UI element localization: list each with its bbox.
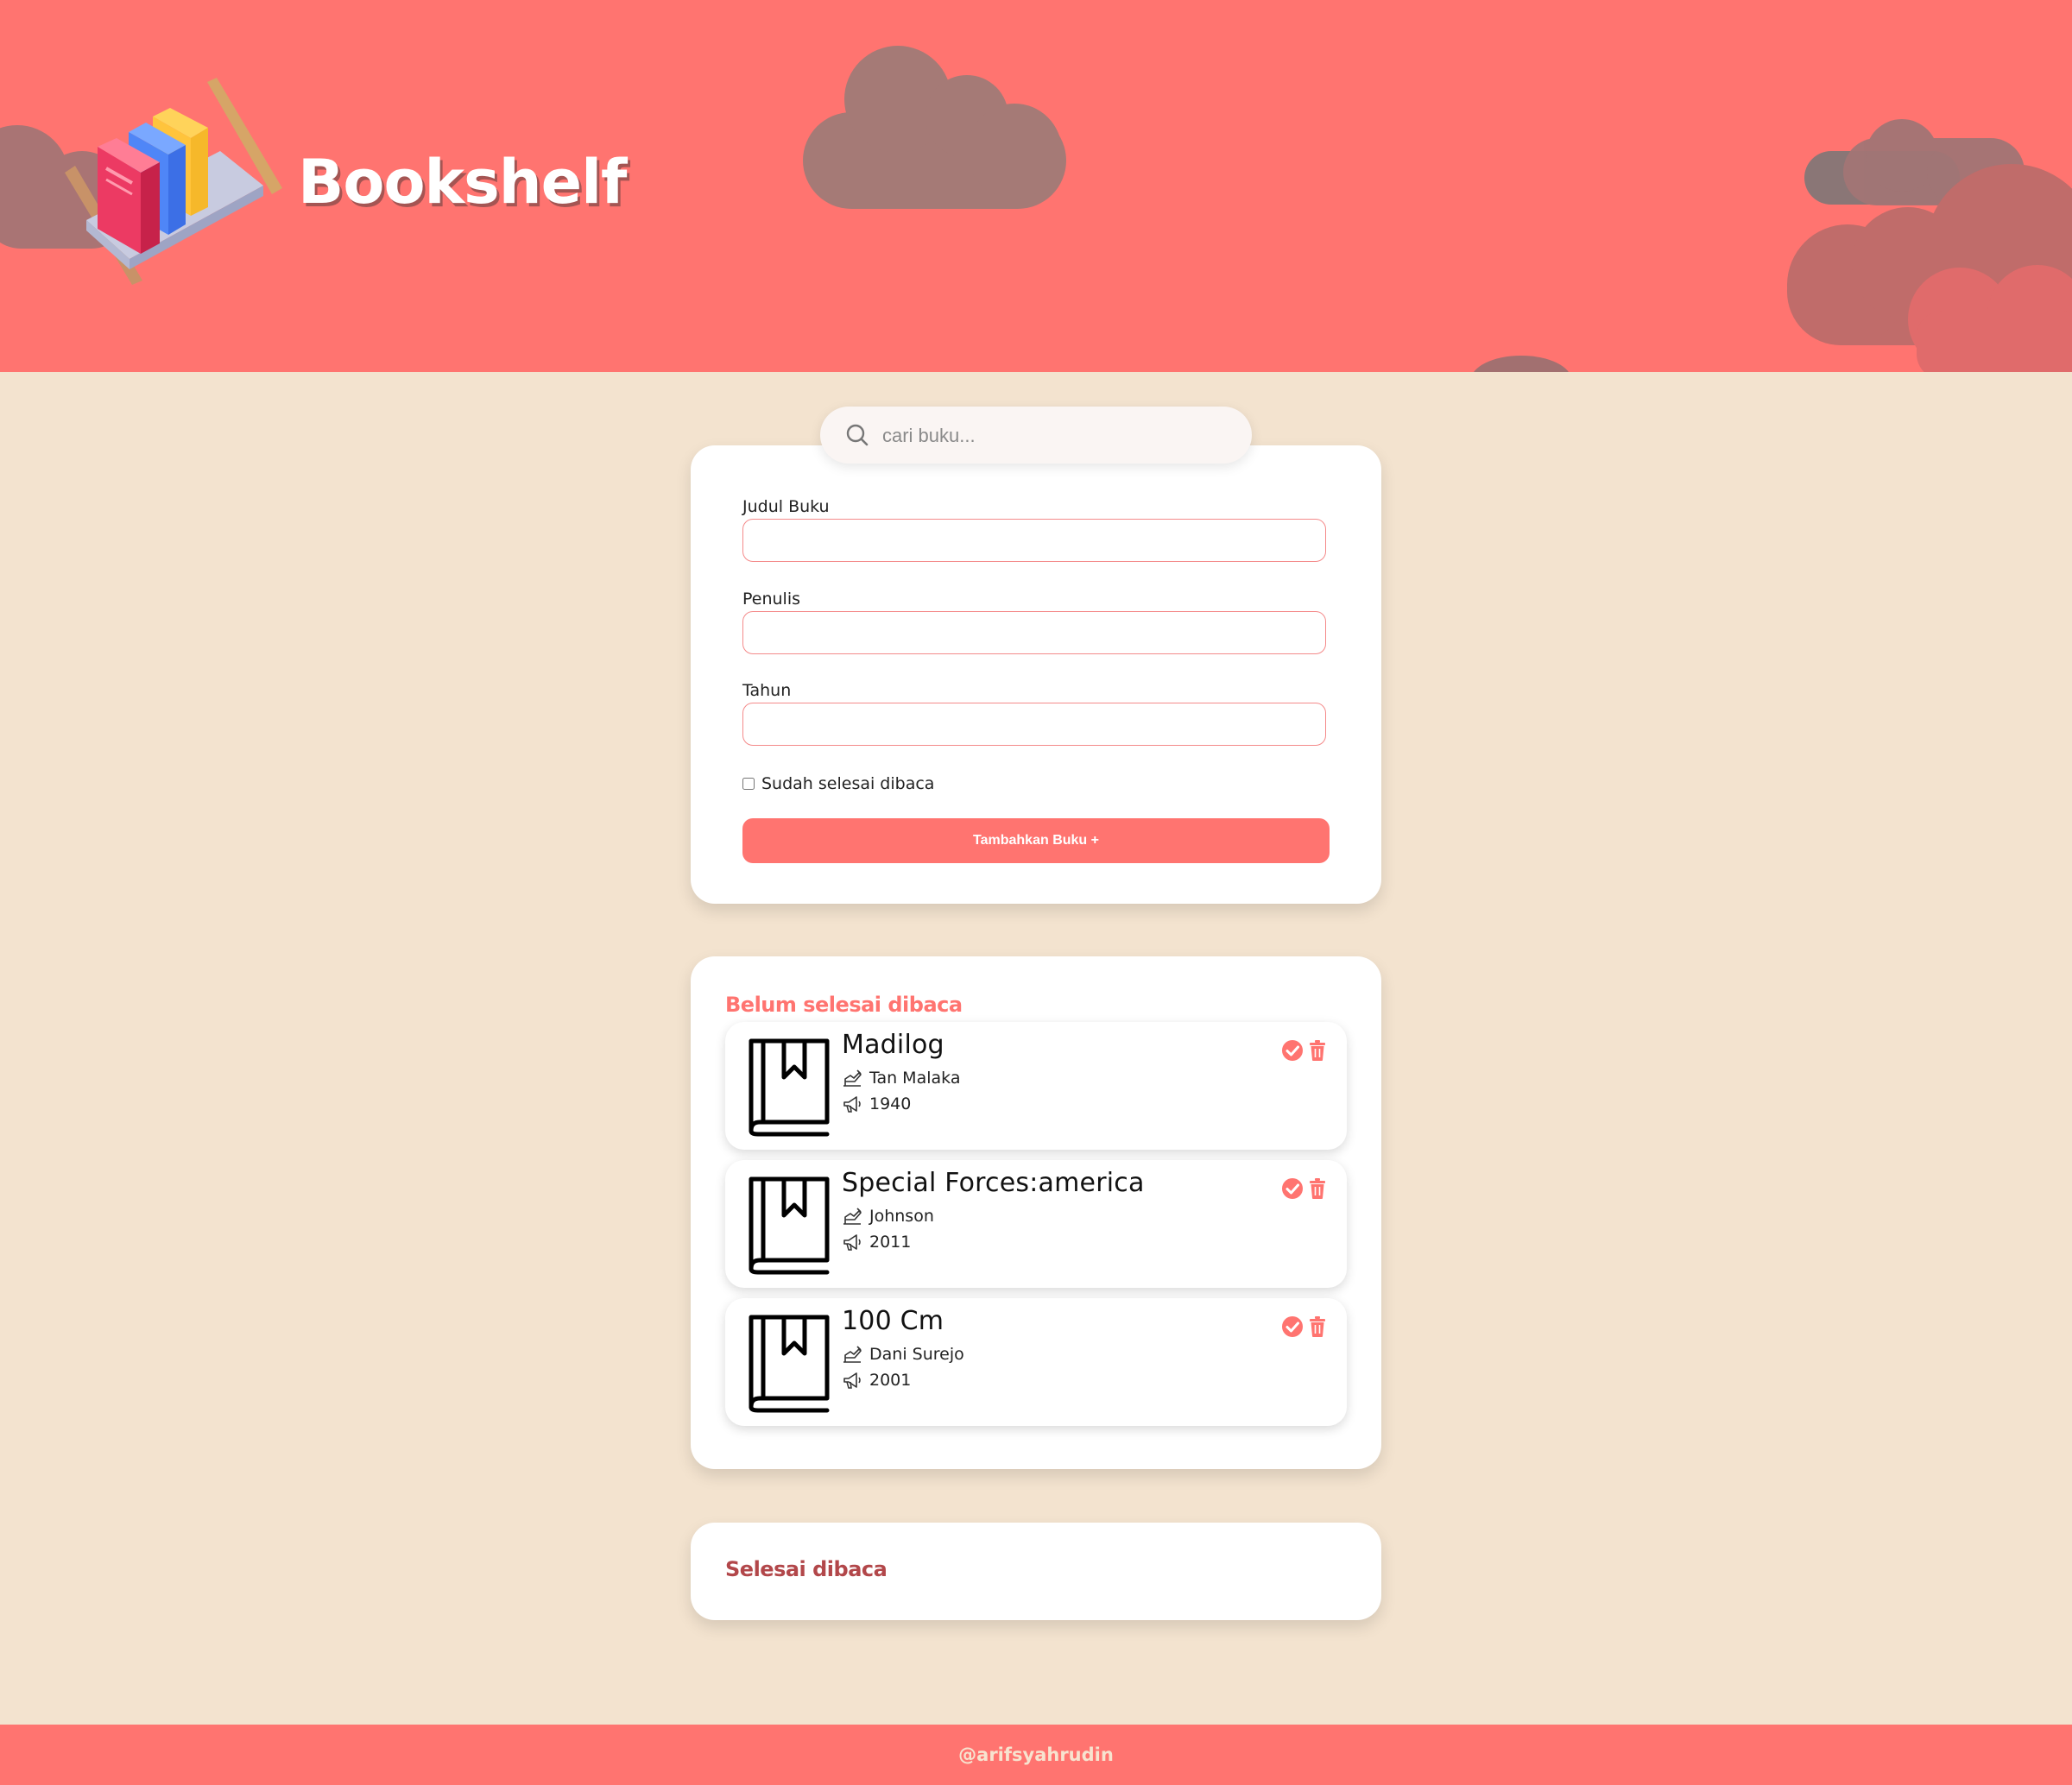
check-circle-icon — [1282, 1040, 1303, 1061]
writing-hand-icon — [843, 1069, 862, 1087]
read-heading: Selesai dibaca — [725, 1557, 888, 1581]
book-year-row: 1940 — [842, 1094, 911, 1113]
unread-shelf: Belum selesai dibaca Madilog Tan Malaka … — [691, 956, 1381, 1469]
page-footer: @arifsyahrudin — [0, 1725, 2072, 1785]
writing-hand-icon — [843, 1208, 862, 1225]
book-year-row: 2011 — [842, 1233, 911, 1252]
mark-finished-button[interactable] — [1281, 1039, 1304, 1062]
book-author: Johnson — [869, 1207, 934, 1226]
book-title: 100 Cm — [842, 1306, 944, 1336]
book-item: Special Forces:america Johnson 2011 — [725, 1160, 1347, 1288]
check-circle-icon — [1282, 1178, 1303, 1199]
page-header: Bookshelf — [0, 0, 2072, 372]
add-book-button[interactable]: Tambahkan Buku + — [742, 818, 1330, 863]
book-icon — [749, 1176, 830, 1275]
book-item: Madilog Tan Malaka 1940 — [725, 1022, 1347, 1150]
megaphone-icon — [843, 1234, 861, 1251]
book-actions — [1281, 1315, 1328, 1338]
year-input[interactable] — [742, 703, 1326, 746]
mark-finished-button[interactable] — [1281, 1177, 1304, 1200]
bookshelf-logo-icon — [65, 78, 282, 285]
book-item: 100 Cm Dani Surejo 2001 — [725, 1298, 1347, 1426]
book-actions — [1281, 1039, 1328, 1062]
author-label: Penulis — [742, 590, 801, 609]
delete-book-button[interactable] — [1307, 1039, 1328, 1062]
trash-icon — [1310, 1040, 1325, 1061]
unread-heading: Belum selesai dibaca — [725, 993, 963, 1017]
book-year-row: 2001 — [842, 1371, 911, 1390]
book-author-row: Johnson — [842, 1207, 934, 1226]
finished-checkbox-row: Sudah selesai dibaca — [742, 774, 934, 793]
finished-checkbox-label: Sudah selesai dibaca — [761, 774, 935, 793]
trash-icon — [1310, 1316, 1325, 1337]
megaphone-icon — [843, 1096, 861, 1113]
read-shelf: Selesai dibaca — [691, 1523, 1381, 1620]
mark-finished-button[interactable] — [1281, 1315, 1304, 1338]
book-year: 1940 — [869, 1094, 912, 1113]
author-input[interactable] — [742, 611, 1326, 654]
search-input[interactable] — [881, 407, 1229, 465]
book-author: Tan Malaka — [869, 1069, 961, 1088]
book-title: Madilog — [842, 1030, 944, 1060]
finished-checkbox[interactable] — [742, 778, 755, 790]
add-book-form: Judul Buku Penulis Tahun Sudah selesai d… — [691, 445, 1381, 904]
footer-credit: @arifsyahrudin — [958, 1744, 1114, 1765]
book-icon — [749, 1038, 830, 1137]
book-actions — [1281, 1177, 1328, 1200]
book-year: 2001 — [869, 1371, 912, 1390]
title-input[interactable] — [742, 519, 1326, 562]
trash-icon — [1310, 1178, 1325, 1199]
book-icon — [749, 1315, 830, 1413]
book-year: 2011 — [869, 1233, 912, 1252]
check-circle-icon — [1282, 1316, 1303, 1337]
book-author-row: Tan Malaka — [842, 1069, 960, 1088]
book-author: Dani Surejo — [869, 1345, 964, 1364]
search-bar — [820, 407, 1252, 465]
book-author-row: Dani Surejo — [842, 1345, 964, 1364]
app-title: Bookshelf — [298, 147, 628, 218]
delete-book-button[interactable] — [1307, 1177, 1328, 1200]
search-icon — [846, 424, 869, 446]
title-label: Judul Buku — [742, 497, 830, 516]
megaphone-icon — [843, 1372, 861, 1389]
writing-hand-icon — [843, 1346, 862, 1363]
book-title: Special Forces:america — [842, 1168, 1145, 1198]
year-label: Tahun — [742, 681, 792, 700]
delete-book-button[interactable] — [1307, 1315, 1328, 1338]
